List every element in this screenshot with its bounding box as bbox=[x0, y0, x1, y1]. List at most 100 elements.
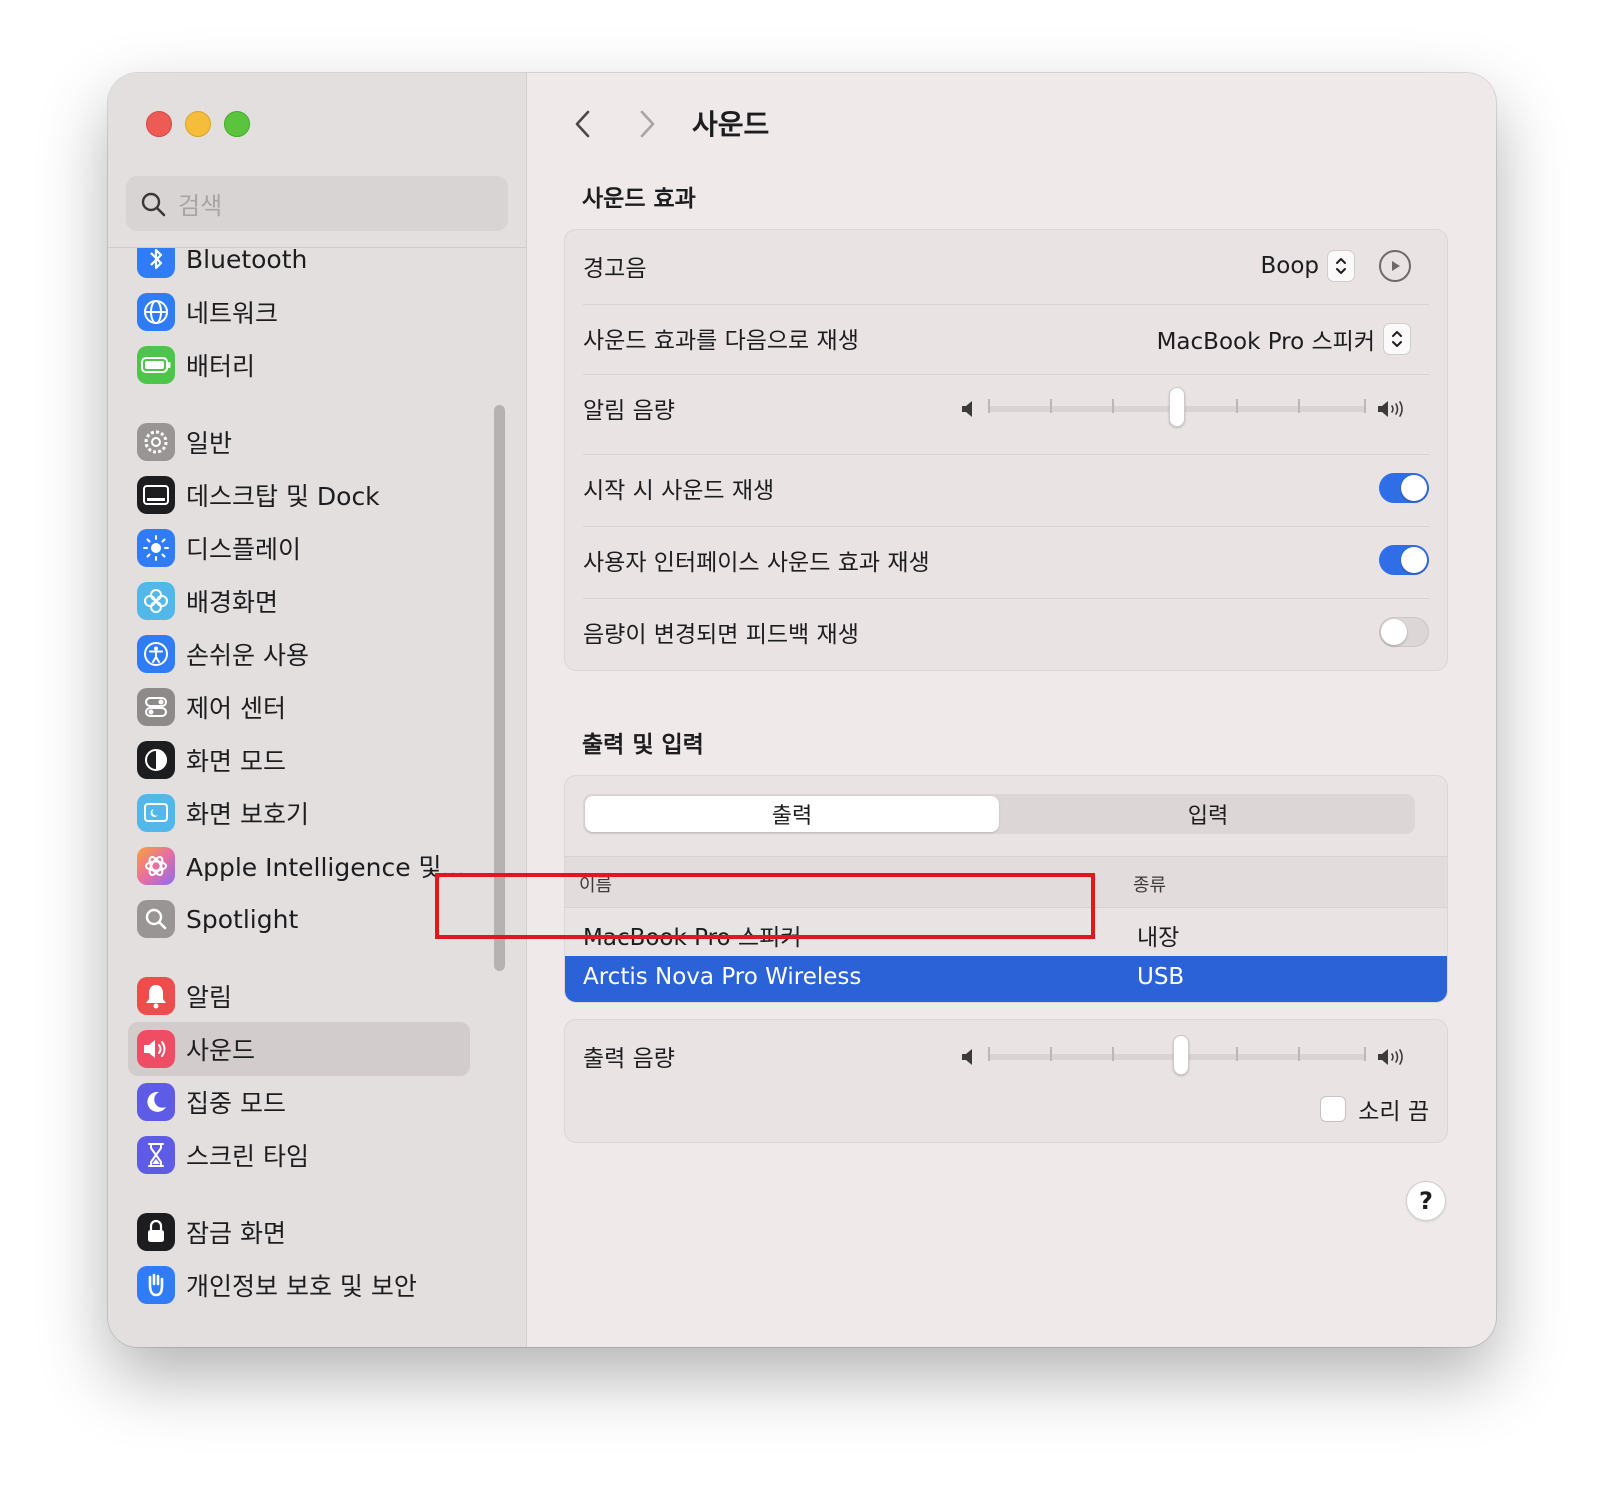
sidebar-item-battery[interactable]: 배터리 bbox=[128, 338, 470, 392]
tab-output[interactable]: 출력 bbox=[585, 796, 999, 832]
speaker-low-icon bbox=[962, 1049, 972, 1065]
mute-label: 소리 끔 bbox=[1358, 1099, 1429, 1125]
magnifier-icon bbox=[137, 900, 175, 938]
battery-icon bbox=[137, 346, 175, 384]
sound-effects-heading: 사운드 효과 bbox=[582, 186, 696, 212]
lock-icon bbox=[137, 1213, 175, 1251]
sidebar-scrollbar[interactable] bbox=[494, 405, 505, 971]
startup-sound-label: 시작 시 사운드 재생 bbox=[583, 478, 775, 504]
startup-sound-row: 시작 시 사운드 재생 bbox=[583, 466, 1429, 510]
help-button[interactable]: ? bbox=[1406, 1181, 1446, 1221]
output-input-card: 출력 입력 이름 종류 MacBook Pro 스피커 내장 Arctis No… bbox=[564, 775, 1448, 1003]
slider-thumb[interactable] bbox=[1169, 387, 1185, 427]
speaker-low-icon bbox=[962, 401, 972, 417]
mute-checkbox[interactable] bbox=[1320, 1096, 1347, 1122]
chevron-up-down-icon bbox=[1327, 250, 1355, 282]
globe-icon bbox=[137, 293, 175, 331]
alert-sound-popup[interactable]: Boop bbox=[1260, 250, 1411, 282]
page-title: 사운드 bbox=[692, 108, 770, 141]
sidebar-item-bluetooth[interactable]: Bluetooth bbox=[128, 248, 470, 286]
alert-volume-label: 알림 음량 bbox=[583, 398, 675, 424]
sidebar-item-wallpaper[interactable]: 배경화면 bbox=[128, 574, 470, 628]
row-divider bbox=[583, 454, 1429, 455]
ui-sound-toggle[interactable] bbox=[1379, 545, 1429, 575]
sidebar-item-privacy-security[interactable]: 개인정보 보호 및 보안 bbox=[128, 1258, 470, 1312]
chevron-left-icon bbox=[575, 110, 590, 138]
output-volume-card: 출력 음량 소리 끔 bbox=[564, 1019, 1448, 1143]
sidebar-item-lock-screen[interactable]: 잠금 화면 bbox=[128, 1205, 470, 1259]
apple-intelligence-icon bbox=[137, 847, 175, 885]
speaker-icon bbox=[137, 1030, 175, 1068]
startup-sound-toggle[interactable] bbox=[1379, 473, 1429, 503]
zoom-button[interactable] bbox=[224, 111, 250, 137]
forward-button[interactable] bbox=[630, 107, 664, 141]
sidebar-item-screensaver[interactable]: 화면 보호기 bbox=[128, 786, 470, 840]
search-field[interactable]: 검색 bbox=[126, 176, 508, 231]
chevron-right-icon bbox=[640, 110, 655, 138]
sidebar: 검색 Bluetooth 네트워크 배터리 일반 데스크탑 및 Dock 디스플… bbox=[108, 73, 527, 1347]
sidebar-item-accessibility[interactable]: 손쉬운 사용 bbox=[128, 627, 470, 681]
tab-input[interactable]: 입력 bbox=[1001, 794, 1415, 834]
row-divider bbox=[583, 304, 1429, 305]
mute-checkbox-row[interactable]: 소리 끔 bbox=[1320, 1092, 1429, 1126]
ui-sound-label: 사용자 인터페이스 사운드 효과 재생 bbox=[583, 550, 930, 576]
sidebar-item-focus[interactable]: 집중 모드 bbox=[128, 1075, 470, 1129]
flower-icon bbox=[137, 582, 175, 620]
output-volume-slider[interactable] bbox=[960, 1035, 1408, 1075]
alert-sound-value: Boop bbox=[1260, 253, 1319, 279]
minimize-button[interactable] bbox=[185, 111, 211, 137]
slider-track bbox=[988, 1035, 1366, 1075]
sidebar-item-sound[interactable]: 사운드 bbox=[128, 1022, 470, 1076]
settings-window: 검색 Bluetooth 네트워크 배터리 일반 데스크탑 및 Dock 디스플… bbox=[108, 73, 1496, 1347]
play-through-popup[interactable]: MacBook Pro 스피커 bbox=[1157, 322, 1411, 356]
feedback-label: 음량이 변경되면 피드백 재생 bbox=[583, 622, 859, 648]
sidebar-item-displays[interactable]: 디스플레이 bbox=[128, 521, 470, 575]
play-alert-button[interactable] bbox=[1379, 250, 1411, 282]
speaker-high-icon bbox=[1378, 401, 1403, 417]
alert-sound-label: 경고음 bbox=[583, 256, 647, 282]
gear-icon bbox=[137, 423, 175, 461]
search-icon bbox=[141, 192, 166, 216]
alert-volume-slider[interactable] bbox=[960, 387, 1408, 427]
sidebar-item-network[interactable]: 네트워크 bbox=[128, 285, 470, 339]
sidebar-item-screen-time[interactable]: 스크린 타임 bbox=[128, 1128, 470, 1182]
column-type[interactable]: 종류 bbox=[1133, 871, 1166, 897]
output-input-heading: 출력 및 입력 bbox=[582, 732, 704, 758]
device-row-selected[interactable]: Arctis Nova Pro Wireless USB bbox=[565, 956, 1447, 1002]
hand-icon bbox=[137, 1266, 175, 1304]
chevron-up-down-icon bbox=[1383, 323, 1411, 355]
device-table-header: 이름 종류 bbox=[565, 856, 1447, 908]
sidebar-item-appearance[interactable]: 화면 모드 bbox=[128, 733, 470, 787]
ui-sound-row: 사용자 인터페이스 사운드 효과 재생 bbox=[583, 538, 1429, 582]
sun-icon bbox=[137, 529, 175, 567]
play-icon bbox=[1392, 261, 1400, 271]
moon-icon bbox=[137, 1083, 175, 1121]
hourglass-icon bbox=[137, 1136, 175, 1174]
speaker-high-icon bbox=[1378, 1049, 1403, 1065]
sidebar-item-spotlight[interactable]: Spotlight bbox=[128, 892, 470, 946]
sidebar-item-notifications[interactable]: 알림 bbox=[128, 969, 470, 1023]
sidebar-item-general[interactable]: 일반 bbox=[128, 415, 470, 469]
column-name[interactable]: 이름 bbox=[579, 871, 612, 897]
dock-icon bbox=[137, 476, 175, 514]
sidebar-item-apple-intelligence[interactable]: Apple Intelligence 및... bbox=[128, 839, 470, 893]
device-type: USB bbox=[1137, 964, 1185, 990]
slider-thumb[interactable] bbox=[1172, 1035, 1189, 1075]
row-divider bbox=[583, 526, 1429, 527]
close-button[interactable] bbox=[146, 111, 172, 137]
device-name: MacBook Pro 스피커 bbox=[583, 925, 802, 951]
bluetooth-icon bbox=[137, 248, 175, 278]
bell-icon bbox=[137, 977, 175, 1015]
play-through-row: 사운드 효과를 다음으로 재생 MacBook Pro 스피커 bbox=[583, 316, 1429, 360]
back-button[interactable] bbox=[566, 107, 600, 141]
sidebar-list: Bluetooth 네트워크 배터리 일반 데스크탑 및 Dock 디스플레이 … bbox=[108, 248, 526, 1347]
feedback-toggle[interactable] bbox=[1379, 617, 1429, 647]
slider-track bbox=[988, 387, 1366, 427]
feedback-row: 음량이 변경되면 피드백 재생 bbox=[583, 610, 1429, 654]
accessibility-icon bbox=[137, 635, 175, 673]
device-type: 내장 bbox=[1137, 925, 1180, 951]
appearance-icon bbox=[137, 741, 175, 779]
device-row[interactable]: MacBook Pro 스피커 내장 bbox=[565, 910, 1447, 956]
sidebar-item-desktop-dock[interactable]: 데스크탑 및 Dock bbox=[128, 468, 470, 522]
sidebar-item-control-center[interactable]: 제어 센터 bbox=[128, 680, 470, 734]
